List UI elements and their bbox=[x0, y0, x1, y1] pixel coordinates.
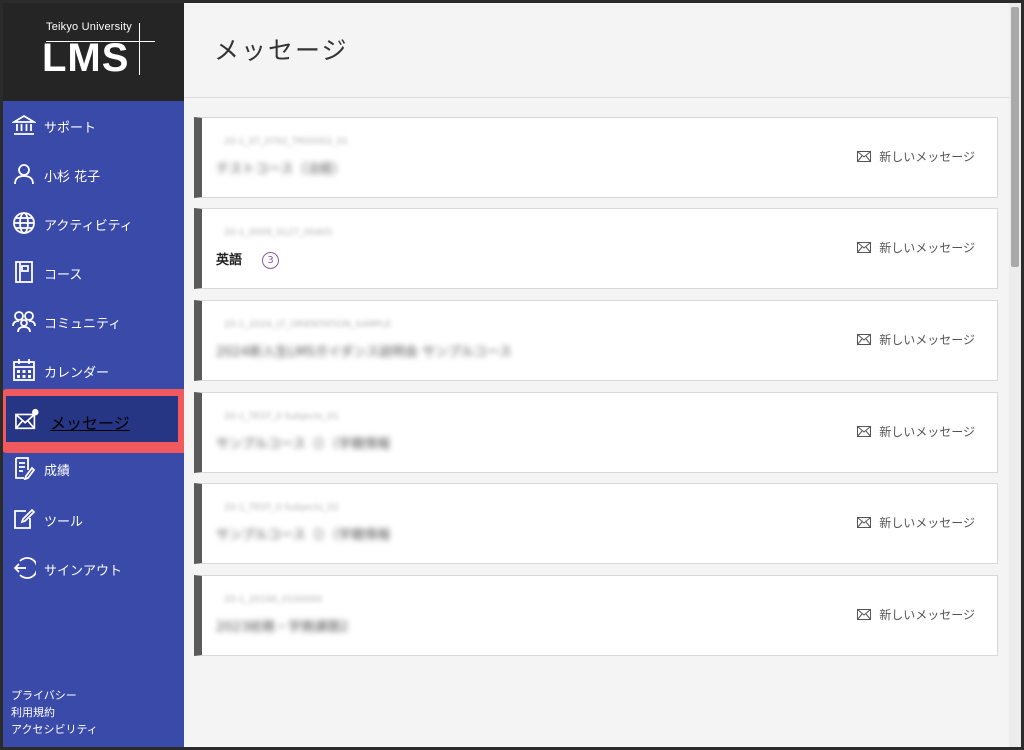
logo-cross-line bbox=[139, 23, 140, 75]
main-content: メッセージ 20-1_ST_0792_TR00002_01 テストコース（法経）… bbox=[184, 3, 1021, 747]
course-card[interactable]: 20-1_0009_0127_00405 英語 3 新しいメッセージ bbox=[194, 208, 998, 289]
signout-icon bbox=[13, 557, 36, 579]
sidebar-item-label: サインアウト bbox=[44, 564, 123, 579]
course-name: 英語 3 bbox=[216, 249, 280, 269]
envelope-icon bbox=[857, 151, 872, 162]
sidebar-item-profile[interactable]: 小杉 花子 bbox=[3, 153, 184, 197]
sidebar-item-label: コミュニティ bbox=[44, 317, 122, 332]
logo-product: LMS bbox=[42, 36, 130, 80]
sidebar-item-community[interactable]: コミュニティ bbox=[3, 300, 184, 344]
course-name-text: 英語 bbox=[216, 253, 243, 268]
globe-icon bbox=[13, 212, 35, 234]
new-message-label: 新しいメッセージ bbox=[879, 516, 975, 530]
course-name: テストコース（法経） bbox=[216, 162, 346, 177]
envelope-icon bbox=[857, 334, 872, 345]
sidebar-item-support[interactable]: サポート bbox=[3, 104, 184, 148]
sidebar-item-signout[interactable]: サインアウト bbox=[3, 547, 184, 591]
course-code: 20-1_ST_0792_TR00002_01 bbox=[224, 137, 349, 147]
new-message-button[interactable]: 新しいメッセージ bbox=[857, 331, 975, 348]
course-code: 20-1_2024_LT_ORIENTATION_SAMPLE bbox=[224, 320, 392, 330]
edit-icon bbox=[14, 508, 36, 529]
sidebar-item-label: 成績 bbox=[44, 464, 71, 479]
envelope-icon bbox=[857, 517, 872, 528]
page-title: メッセージ bbox=[214, 36, 349, 65]
course-code: 20-1_0009_0127_00405 bbox=[224, 228, 333, 238]
people-icon bbox=[12, 311, 36, 333]
terms-link[interactable]: 利用規約 bbox=[11, 704, 98, 721]
user-icon bbox=[14, 164, 34, 185]
course-code: 20-1_TEST_0 Subjects_02 bbox=[224, 503, 339, 513]
course-name: サンプルコース（）（学籍情報 bbox=[216, 528, 391, 543]
envelope-icon bbox=[15, 408, 39, 430]
sidebar-item-label: コース bbox=[44, 268, 83, 283]
new-message-label: 新しいメッセージ bbox=[879, 241, 975, 255]
accessibility-link[interactable]: アクセシビリティ bbox=[11, 721, 98, 738]
envelope-icon bbox=[857, 242, 872, 253]
scrollbar[interactable] bbox=[1009, 3, 1021, 747]
course-card[interactable]: 20-1_ST_0792_TR00002_01 テストコース（法経） 新しいメッ… bbox=[194, 117, 998, 198]
calendar-icon bbox=[13, 359, 35, 381]
book-icon bbox=[15, 261, 33, 283]
sidebar-item-grades[interactable]: 成績 bbox=[3, 447, 184, 491]
sidebar-item-calendar[interactable]: カレンダー bbox=[3, 349, 184, 393]
course-code: 20-1_20190_0100000 bbox=[224, 595, 323, 605]
new-message-label: 新しいメッセージ bbox=[879, 608, 975, 622]
logo-university: Teikyo University bbox=[46, 21, 132, 33]
privacy-link[interactable]: プライバシー bbox=[11, 687, 98, 704]
unread-count-badge: 3 bbox=[262, 252, 280, 269]
sidebar-item-label: アクティビティ bbox=[44, 219, 133, 234]
course-code: 20-1_TEST_0 Subjects_01 bbox=[224, 412, 339, 422]
app-window: Teikyo University LMS サポート 小杉 花子 アクティビティ bbox=[3, 3, 1021, 747]
new-message-button[interactable]: 新しいメッセージ bbox=[857, 514, 975, 531]
grade-icon bbox=[15, 457, 36, 480]
sidebar-item-courses[interactable]: コース bbox=[3, 251, 184, 295]
course-card[interactable]: 20-1_2024_LT_ORIENTATION_SAMPLE 2024新入生L… bbox=[194, 300, 998, 381]
course-name: 2023総務・学務課題2 bbox=[216, 620, 349, 635]
new-message-button[interactable]: 新しいメッセージ bbox=[857, 423, 975, 440]
course-card[interactable]: 20-1_TEST_0 Subjects_01 サンプルコース（）（学籍情報 新… bbox=[194, 392, 998, 473]
new-message-label: 新しいメッセージ bbox=[879, 333, 975, 347]
bank-icon bbox=[12, 114, 36, 135]
logo[interactable]: Teikyo University LMS bbox=[3, 3, 184, 101]
sidebar-item-messages[interactable]: メッセージ bbox=[6, 396, 178, 442]
scrollbar-thumb[interactable] bbox=[1011, 7, 1019, 267]
envelope-icon bbox=[857, 609, 872, 620]
page-header: メッセージ bbox=[184, 3, 1009, 98]
course-name: 2024新入生LMSガイダンス説明会 サンプルコース bbox=[216, 345, 512, 360]
footer-links: プライバシー 利用規約 アクセシビリティ bbox=[11, 687, 98, 738]
sidebar-item-activity[interactable]: アクティビティ bbox=[3, 202, 184, 246]
sidebar: Teikyo University LMS サポート 小杉 花子 アクティビティ bbox=[3, 3, 189, 747]
course-name: サンプルコース（）（学籍情報 bbox=[216, 437, 391, 452]
sidebar-item-label: メッセージ bbox=[50, 414, 130, 433]
sidebar-item-label: カレンダー bbox=[44, 366, 110, 381]
sidebar-item-label: 小杉 花子 bbox=[44, 170, 101, 185]
sidebar-item-tools[interactable]: ツール bbox=[3, 498, 184, 542]
course-card[interactable]: 20-1_TEST_0 Subjects_02 サンプルコース（）（学籍情報 新… bbox=[194, 483, 998, 564]
active-highlight: メッセージ bbox=[3, 389, 189, 453]
new-message-label: 新しいメッセージ bbox=[879, 425, 975, 439]
new-message-label: 新しいメッセージ bbox=[879, 150, 975, 164]
envelope-icon bbox=[857, 426, 872, 437]
sidebar-item-label: ツール bbox=[44, 515, 84, 530]
course-card[interactable]: 20-1_20190_0100000 2023総務・学務課題2 新しいメッセージ bbox=[194, 575, 998, 656]
sidebar-item-label: サポート bbox=[44, 121, 97, 136]
new-message-button[interactable]: 新しいメッセージ bbox=[857, 148, 975, 165]
new-message-button[interactable]: 新しいメッセージ bbox=[857, 239, 975, 256]
new-message-button[interactable]: 新しいメッセージ bbox=[857, 606, 975, 623]
